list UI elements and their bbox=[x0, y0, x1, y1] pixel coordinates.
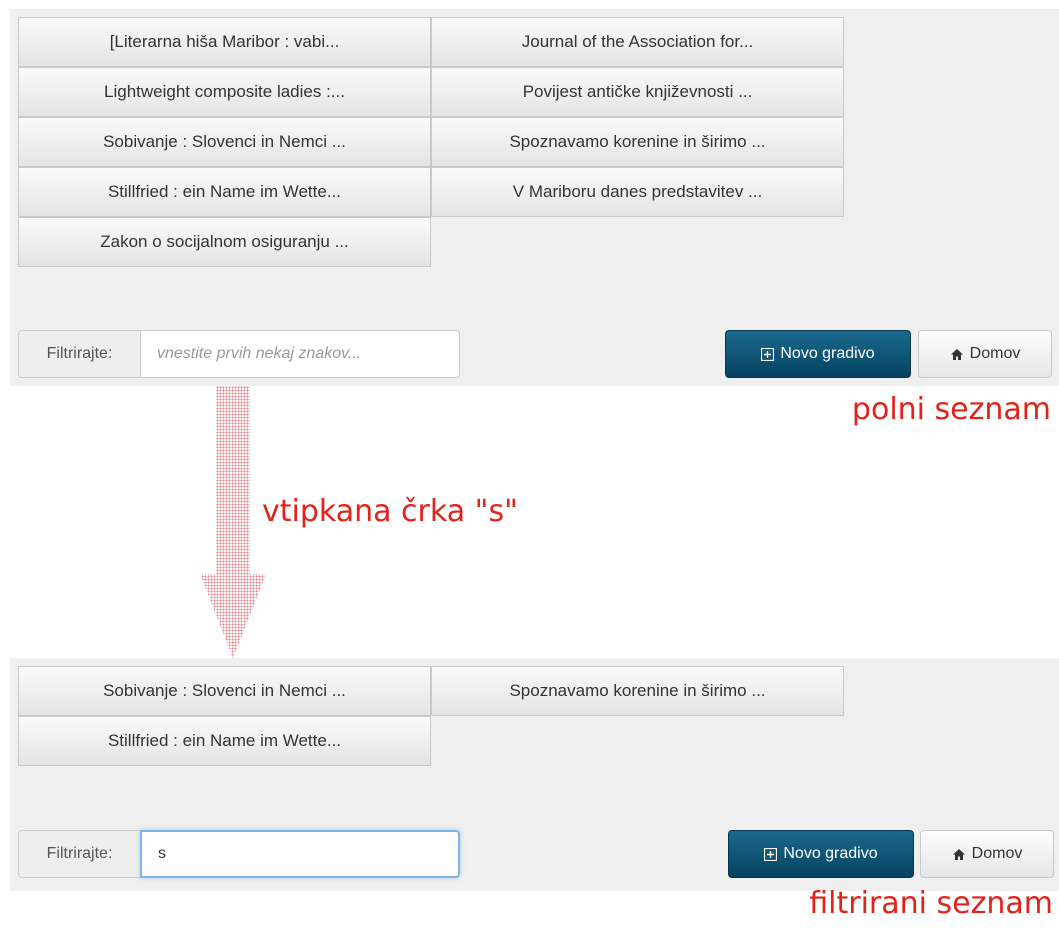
home-label: Domov bbox=[971, 845, 1023, 862]
list-item[interactable]: Povijest antičke književnosti ... bbox=[431, 67, 844, 117]
list-item[interactable]: Lightweight composite ladies :... bbox=[18, 67, 431, 117]
list-item[interactable]: Stillfried : ein Name im Wette... bbox=[18, 167, 431, 217]
new-material-label: Novo gradivo bbox=[783, 845, 878, 862]
list-item[interactable]: Zakon o socijalnom osiguranju ... bbox=[18, 217, 431, 267]
list-item[interactable]: Spoznavamo korenine in širimo ... bbox=[431, 666, 844, 716]
home-icon bbox=[952, 848, 966, 861]
new-material-button[interactable]: Novo gradivo bbox=[728, 830, 914, 878]
home-button[interactable]: Domov bbox=[918, 330, 1052, 378]
filter-input[interactable] bbox=[140, 830, 460, 878]
new-material-label: Novo gradivo bbox=[780, 345, 875, 362]
full-list-panel: [Literarna hiša Maribor : vabi... Journa… bbox=[10, 9, 1059, 386]
annotation-typed-letter: vtipkana črka "s" bbox=[262, 494, 518, 529]
filtered-list-panel: Sobivanje : Slovenci in Nemci ... Spozna… bbox=[10, 658, 1059, 891]
plus-square-icon bbox=[761, 347, 775, 361]
list-item[interactable]: V Mariboru danes predstavitev ... bbox=[431, 167, 844, 217]
list-item[interactable]: Spoznavamo korenine in širimo ... bbox=[431, 117, 844, 167]
down-arrow-icon bbox=[200, 386, 266, 658]
annotation-full-list: polni seznam bbox=[851, 392, 1051, 427]
home-button[interactable]: Domov bbox=[920, 830, 1054, 878]
annotation-filtered-list: filtrirani seznam bbox=[809, 886, 1053, 921]
new-material-button[interactable]: Novo gradivo bbox=[725, 330, 911, 378]
list-item[interactable]: Journal of the Association for... bbox=[431, 17, 844, 67]
home-label: Domov bbox=[969, 345, 1021, 362]
plus-square-icon bbox=[764, 847, 778, 861]
list-item[interactable]: Sobivanje : Slovenci in Nemci ... bbox=[18, 117, 431, 167]
filter-group: Filtrirajte: bbox=[18, 830, 460, 878]
home-icon bbox=[950, 348, 964, 361]
filter-label: Filtrirajte: bbox=[18, 830, 140, 878]
list-item[interactable]: Stillfried : ein Name im Wette... bbox=[18, 716, 431, 766]
list-item[interactable]: Sobivanje : Slovenci in Nemci ... bbox=[18, 666, 431, 716]
list-item[interactable]: [Literarna hiša Maribor : vabi... bbox=[18, 17, 431, 67]
filter-label: Filtrirajte: bbox=[18, 330, 140, 378]
filter-input[interactable] bbox=[140, 330, 460, 378]
filter-group: Filtrirajte: bbox=[18, 330, 460, 378]
